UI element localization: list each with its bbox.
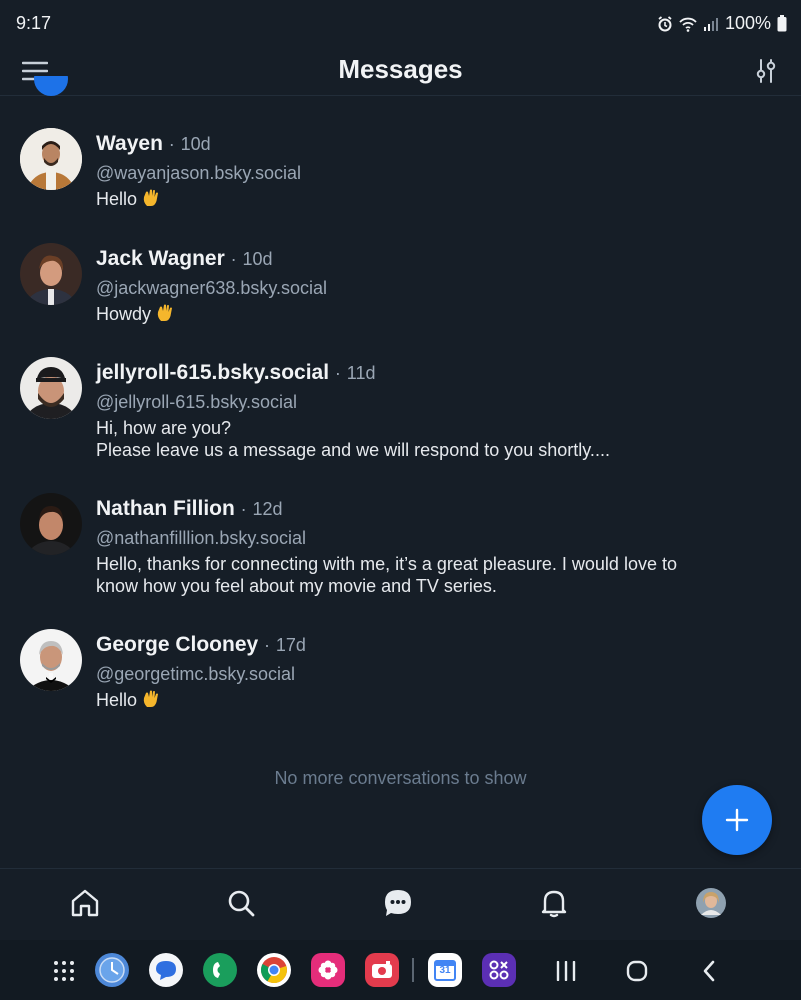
conversation-header: Nathan Fillion · 12d bbox=[96, 497, 283, 520]
conversation-content: Jack Wagner · 10d @jackwagner638.bsky.so… bbox=[96, 245, 761, 328]
conversation-item[interactable]: jellyroll-615.bsky.social · 11d @jellyro… bbox=[0, 357, 801, 467]
camera-icon bbox=[372, 961, 392, 978]
home-icon bbox=[71, 889, 99, 917]
avatar[interactable] bbox=[20, 243, 82, 305]
waving-hand-icon bbox=[141, 188, 161, 213]
dock-app-calendar[interactable]: 31 bbox=[428, 953, 462, 987]
avatar[interactable] bbox=[20, 357, 82, 419]
waving-hand-icon bbox=[141, 689, 161, 714]
contact-handle: @georgetimc.bsky.social bbox=[96, 664, 296, 684]
app-drawer-button[interactable] bbox=[49, 956, 79, 986]
contact-name: George Clooney bbox=[96, 633, 259, 656]
previous-conversation-avatar bbox=[34, 76, 68, 98]
calendar-day: 31 bbox=[439, 965, 451, 976]
battery-icon bbox=[777, 15, 787, 32]
contact-name: Wayen bbox=[96, 132, 163, 155]
nav-chat[interactable] bbox=[380, 885, 416, 921]
contact-handle: @wayanjason.bsky.social bbox=[96, 163, 302, 183]
conversation-item[interactable]: Wayen · 10d @wayanjason.bsky.social Hell… bbox=[0, 128, 801, 228]
dock-app-phone[interactable] bbox=[203, 953, 237, 987]
conversation-header: Wayen · 10d bbox=[96, 132, 211, 155]
chat-icon bbox=[385, 890, 411, 916]
timestamp: 17d bbox=[275, 635, 306, 655]
game-icon bbox=[489, 960, 509, 980]
timestamp: 10d bbox=[180, 134, 211, 154]
back-chevron-icon bbox=[703, 960, 715, 982]
dock-divider bbox=[412, 958, 414, 982]
new-message-button[interactable] bbox=[702, 785, 772, 855]
waving-hand-icon bbox=[155, 303, 175, 328]
contact-handle: @jackwagner638.bsky.social bbox=[96, 278, 328, 298]
sliders-icon bbox=[756, 59, 776, 83]
phone-icon bbox=[213, 962, 220, 978]
message-preview: Howdy bbox=[96, 303, 761, 328]
nav-profile[interactable] bbox=[693, 885, 729, 921]
end-of-list-note: No more conversations to show bbox=[274, 768, 527, 788]
profile-avatar bbox=[696, 888, 726, 918]
message-preview: Hello, thanks for connecting with me, it… bbox=[96, 554, 677, 596]
timestamp: 11d bbox=[346, 363, 376, 383]
dock-app-chrome[interactable] bbox=[257, 953, 291, 987]
conversation-content: George Clooney · 17d @georgetimc.bsky.so… bbox=[96, 631, 761, 714]
conversation-item[interactable]: Nathan Fillion · 12d @nathanfilllion.bsk… bbox=[0, 493, 801, 603]
avatar[interactable] bbox=[20, 629, 82, 691]
search-icon bbox=[228, 890, 255, 917]
battery-percent: 100% bbox=[724, 13, 771, 33]
back-button[interactable] bbox=[694, 956, 724, 986]
nav-home[interactable] bbox=[67, 885, 103, 921]
conversation-header: Jack Wagner · 10d bbox=[96, 247, 273, 270]
settings-button[interactable] bbox=[751, 56, 781, 86]
wifi-icon bbox=[679, 17, 697, 32]
dock-app-messages[interactable] bbox=[149, 953, 183, 987]
contact-handle: @jellyroll-615.bsky.social bbox=[96, 392, 298, 412]
message-preview: Hello bbox=[96, 689, 761, 714]
flower-icon bbox=[318, 960, 338, 980]
nav-search[interactable] bbox=[223, 885, 259, 921]
conversation-item[interactable]: Jack Wagner · 10d @jackwagner638.bsky.so… bbox=[0, 243, 801, 343]
status-time: 9:17 bbox=[16, 13, 52, 33]
dock-app-games[interactable] bbox=[482, 953, 516, 987]
clock-icon bbox=[99, 957, 125, 983]
timestamp: 12d bbox=[252, 499, 283, 519]
dock-app-camera[interactable] bbox=[365, 953, 399, 987]
conversation-item[interactable]: George Clooney · 17d @georgetimc.bsky.so… bbox=[0, 629, 801, 729]
system-navigation-bar: 31 bbox=[0, 940, 801, 1000]
conversation-content: Nathan Fillion · 12d @nathanfilllion.bsk… bbox=[96, 495, 761, 597]
message-preview: Hello bbox=[96, 188, 761, 213]
page-title: Messages bbox=[338, 54, 463, 84]
contact-handle: @nathanfilllion.bsky.social bbox=[96, 528, 307, 548]
dock-app-clock[interactable] bbox=[95, 953, 129, 987]
app-header: Messages bbox=[0, 48, 801, 96]
grid-icon bbox=[54, 961, 74, 981]
home-button[interactable] bbox=[622, 956, 652, 986]
contact-name: Nathan Fillion bbox=[96, 497, 235, 520]
status-icons: 100% bbox=[657, 13, 787, 34]
conversation-content: jellyroll-615.bsky.social · 11d @jellyro… bbox=[96, 359, 761, 461]
conversation-content: Wayen · 10d @wayanjason.bsky.social Hell… bbox=[96, 130, 761, 213]
chrome-icon bbox=[261, 957, 287, 984]
alarm-icon bbox=[658, 15, 672, 31]
home-circle-icon bbox=[626, 960, 648, 982]
bottom-navigation bbox=[0, 868, 801, 940]
plus-icon bbox=[725, 808, 749, 832]
message-preview: Hi, how are you? Please leave us a messa… bbox=[96, 418, 610, 460]
contact-name: jellyroll-615.bsky.social bbox=[96, 361, 330, 384]
nav-notifications[interactable] bbox=[536, 885, 572, 921]
recents-button[interactable] bbox=[551, 956, 581, 986]
status-bar: 9:17 100% bbox=[0, 0, 801, 48]
message-bubble-icon bbox=[156, 961, 176, 980]
timestamp: 10d bbox=[242, 249, 273, 269]
conversation-header: jellyroll-615.bsky.social · 11d bbox=[96, 361, 376, 384]
signal-icon bbox=[703, 17, 718, 31]
bell-icon bbox=[541, 890, 567, 918]
dock-app-flower[interactable] bbox=[311, 953, 345, 987]
contact-name: Jack Wagner bbox=[96, 247, 225, 270]
recents-icon bbox=[556, 961, 576, 981]
avatar[interactable] bbox=[20, 128, 82, 190]
conversation-header: George Clooney · 17d bbox=[96, 633, 306, 656]
avatar[interactable] bbox=[20, 493, 82, 555]
